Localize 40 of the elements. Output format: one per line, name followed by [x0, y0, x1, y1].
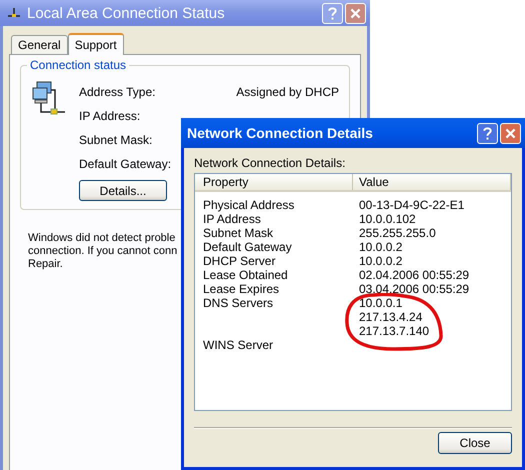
property-name: WINS Server [202, 338, 274, 352]
group-title: Connection status [27, 58, 130, 72]
details-button[interactable]: Details... [79, 180, 167, 201]
property-name: IP Address [202, 212, 262, 226]
property-name: Lease Expires [202, 282, 280, 296]
property-value: 10.0.0.1 [359, 296, 404, 310]
close-button[interactable] [500, 122, 521, 144]
property-value: 10.0.0.2 [359, 254, 404, 268]
property-value: 10.0.0.102 [359, 212, 417, 226]
field-value: Assigned by DHCP [236, 85, 339, 99]
field-label: Default Gateway: [79, 157, 172, 171]
network-icon [6, 7, 22, 19]
property-value: 255.255.255.0 [359, 226, 437, 240]
property-value: 00-13-D4-9C-22-E1 [359, 198, 466, 212]
status-message: Windows did not detect proble connection. If you cannot conn Repair. [28, 232, 178, 271]
property-name: Lease Obtained [202, 268, 289, 282]
property-name: DNS Servers [202, 296, 274, 312]
tab[interactable]: General [11, 35, 68, 54]
property-name: DHCP Server [202, 254, 276, 268]
window-title: Network Connection Details [187, 125, 374, 141]
close-button[interactable]: Close [438, 432, 512, 454]
property-value: 03.04.2006 00:55:29 [359, 282, 470, 296]
property-value: 217.13.4.24 [359, 310, 424, 324]
column-header[interactable]: Property [195, 174, 353, 190]
list-label: Network Connection Details: [194, 156, 346, 170]
property-value: 02.04.2006 00:55:29 [359, 268, 470, 282]
field-label: Subnet Mask: [79, 133, 152, 147]
tab[interactable]: Support [68, 33, 124, 55]
network-computers-icon [31, 80, 67, 116]
column-header[interactable]: Value [353, 174, 511, 190]
help-button[interactable] [477, 122, 498, 144]
property-value: 217.13.7.140 [359, 324, 430, 338]
field-label: IP Address: [79, 109, 140, 123]
window-title: Local Area Connection Status [27, 4, 226, 22]
property-value: 10.0.0.2 [359, 240, 404, 254]
close-button[interactable] [345, 2, 366, 24]
field-label: Address Type: [79, 85, 156, 99]
property-name: Default Gateway [202, 240, 293, 254]
property-name: Subnet Mask [202, 226, 274, 240]
property-name: Physical Address [202, 198, 296, 212]
